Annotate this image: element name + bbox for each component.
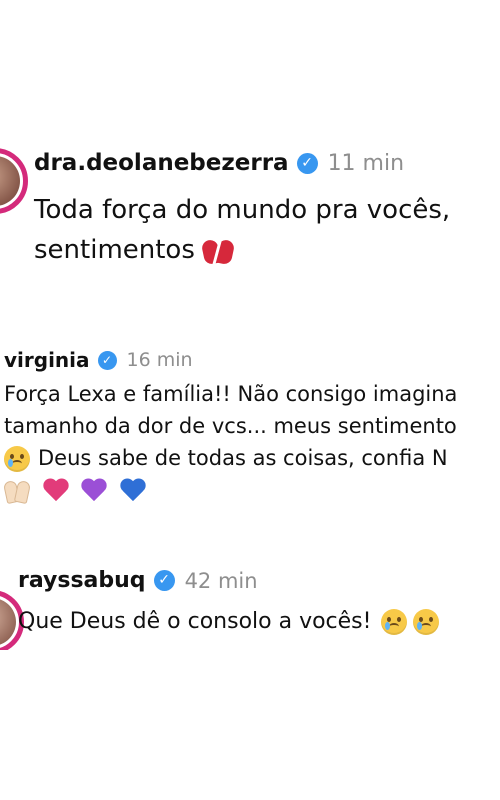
comment-line: Força Lexa e família!! Não consigo imagi… (4, 382, 458, 406)
verified-badge-icon: ✓ (153, 570, 175, 591)
blue-heart-icon (120, 479, 146, 503)
comment-card: virginia ✓ 16 min Força Lexa e família!!… (0, 344, 500, 504)
comment-line: Deus sabe de todas as coisas, confia N (38, 446, 448, 470)
comment-header: rayssabuq ✓ 42 min (18, 568, 258, 593)
comment-card: rayssabuq ✓ 42 min Que Deus dê o consolo… (0, 560, 500, 650)
avatar[interactable] (0, 148, 28, 214)
verified-badge-icon: ✓ (296, 152, 318, 174)
comment-card: dra.deolanebezerra ✓ 11 min Toda força d… (0, 136, 500, 264)
comment-text: Força Lexa e família!! Não consigo imagi… (2, 378, 458, 504)
emoji-row (2, 474, 457, 504)
username[interactable]: virginia (4, 348, 90, 372)
crying-face-icon (381, 609, 408, 635)
crying-face-icon (413, 609, 440, 635)
verified-badge-icon: ✓ (97, 350, 117, 370)
avatar-image (0, 156, 20, 206)
username[interactable]: rayssabuq (18, 568, 146, 593)
timestamp: 42 min (184, 568, 258, 593)
comment-header: virginia ✓ 16 min (4, 348, 193, 372)
comment-line-with-emoji: Deus sabe de todas as coisas, confia N (4, 442, 457, 474)
username[interactable]: dra.deolanebezerra (34, 150, 289, 176)
crying-face-icon (4, 446, 30, 472)
avatar-image (0, 598, 16, 646)
comment-line-with-emoji: Que Deus dê o consolo a vocês! (18, 604, 440, 640)
comment-header: dra.deolanebezerra ✓ 11 min (34, 150, 404, 176)
comment-text: Toda força do mundo pra vocês, sentiment… (34, 190, 450, 264)
comment-line: Que Deus dê o consolo a vocês! (18, 609, 372, 634)
comment-line: Toda força do mundo pra vocês, (34, 195, 451, 225)
comment-line: tamanho da dor de vcs... meus sentimento (4, 414, 457, 438)
timestamp: 11 min (327, 150, 405, 176)
comment-text: Que Deus dê o consolo a vocês! (18, 604, 440, 640)
raising-hands-icon (2, 479, 32, 504)
timestamp: 16 min (126, 349, 193, 371)
purple-heart-icon (81, 479, 107, 503)
sparkling-heart-icon (43, 479, 69, 503)
comment-line-with-emoji: sentimentos (34, 230, 450, 264)
broken-heart-icon (200, 237, 236, 264)
comment-line: sentimentos (34, 235, 195, 264)
